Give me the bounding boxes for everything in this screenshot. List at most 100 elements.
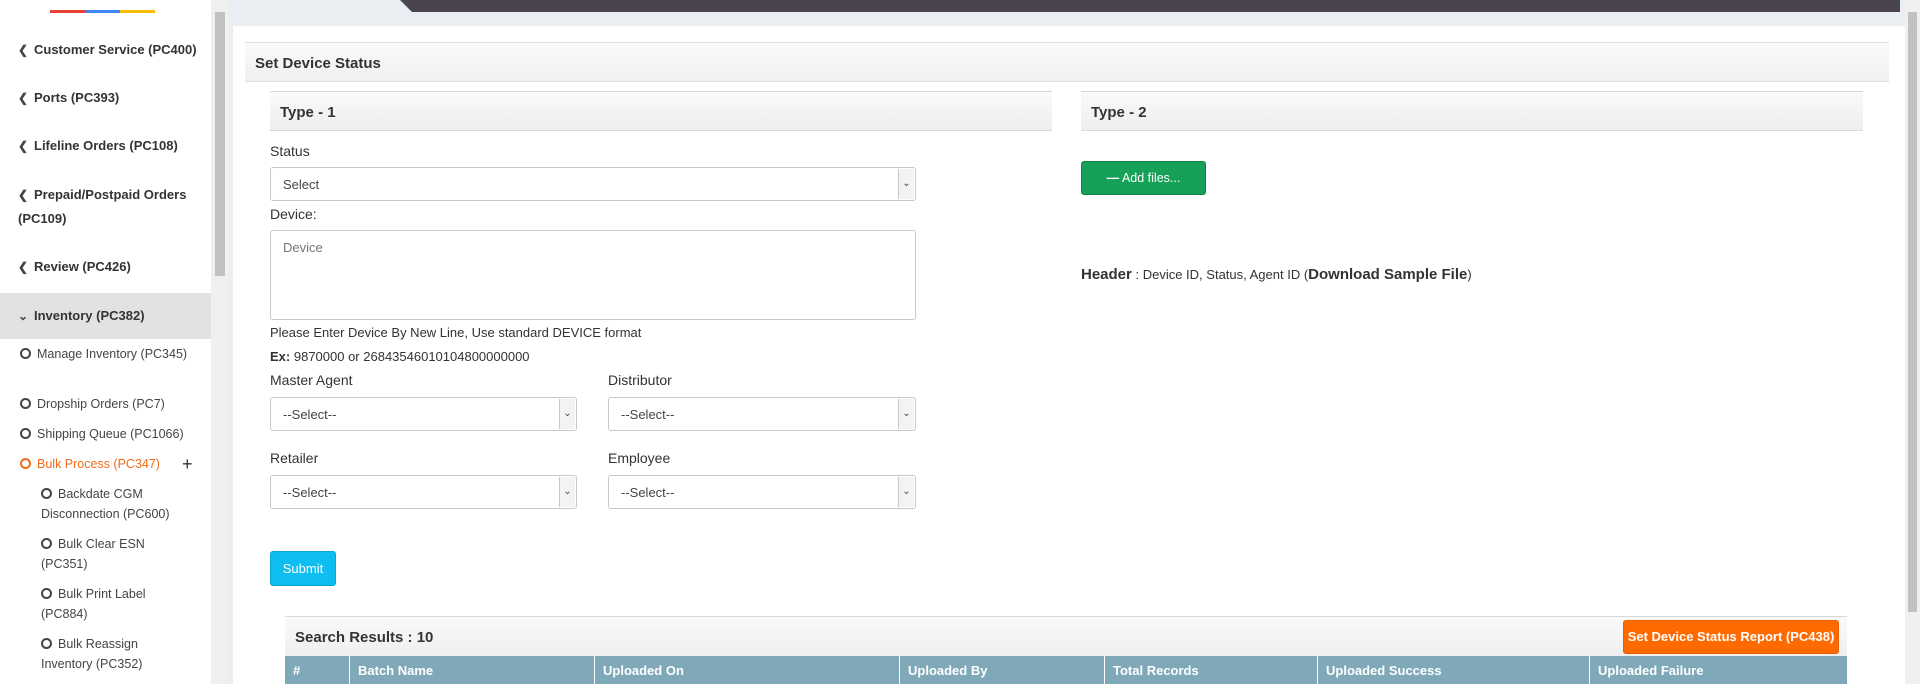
sidebar-item-label: Inventory (PC382): [34, 308, 145, 323]
column-header[interactable]: Uploaded Failure: [1590, 656, 1847, 684]
sidebar-subitem-shipping-queue[interactable]: Shipping Queue (PC1066): [20, 424, 200, 444]
column-header[interactable]: Uploaded On: [595, 656, 900, 684]
status-select-value: Select: [283, 177, 320, 192]
download-sample-link[interactable]: Download Sample File: [1308, 266, 1467, 283]
header-format-close: ): [1467, 267, 1472, 282]
sidebar-subitem-bulk-process[interactable]: Bulk Process (PC347): [20, 454, 200, 474]
chevron-down-icon: ⌄: [898, 477, 914, 507]
master-agent-label: Master Agent: [270, 372, 353, 388]
column-header[interactable]: Uploaded Success: [1318, 656, 1590, 684]
device-textarea[interactable]: [270, 230, 916, 320]
circle-icon: [20, 398, 31, 409]
panel-header: Set Device Status: [245, 42, 1889, 82]
device-example-label: Ex:: [270, 349, 291, 364]
circle-icon: [41, 638, 52, 649]
column-header[interactable]: #: [285, 656, 350, 684]
top-header-bar: [400, 0, 1900, 12]
sidebar-subitem-manage-inventory[interactable]: Manage Inventory (PC345): [20, 344, 200, 364]
sidebar-item-prepaid-postpaid-orders[interactable]: ❮ Prepaid/Postpaid Orders (PC109): [0, 183, 211, 231]
employee-label: Employee: [608, 450, 671, 466]
type2-heading: Type - 2: [1091, 104, 1147, 121]
sidebar-item-ports[interactable]: ❮ Ports (PC393): [0, 86, 211, 110]
retailer-label: Retailer: [270, 450, 319, 466]
chevron-down-icon: ⌄: [559, 399, 575, 429]
page-scrollbar[interactable]: [1905, 0, 1920, 684]
sidebar-item-label: Customer Service (PC400): [34, 42, 197, 57]
chevron-down-icon: ⌄: [898, 399, 914, 429]
sidebar-item-lifeline-orders[interactable]: ❮ Lifeline Orders (PC108): [0, 134, 211, 158]
minus-icon: —: [1106, 171, 1120, 185]
add-files-button[interactable]: — Add files...: [1081, 161, 1206, 195]
circle-icon: [20, 348, 31, 359]
sidebar-item-label: Prepaid/Postpaid Orders (PC109): [18, 187, 187, 226]
sidebar-subsubitem-bulk-clear-esn[interactable]: Bulk Clear ESN (PC351): [41, 534, 191, 574]
sidebar-item-inventory[interactable]: ⌄ Inventory (PC382): [0, 293, 211, 339]
employee-select[interactable]: --Select-- ⌄: [608, 475, 916, 509]
page-title: Set Device Status: [255, 55, 381, 72]
employee-select-value: --Select--: [621, 485, 675, 500]
sidebar-subsubitem-label: Bulk Print Label (PC884): [41, 587, 146, 621]
add-files-label: Add files...: [1121, 171, 1181, 185]
chevron-left-icon: ❮: [18, 43, 29, 57]
column-header[interactable]: Batch Name: [350, 656, 595, 684]
retailer-select[interactable]: --Select-- ⌄: [270, 475, 577, 509]
sidebar-item-customer-service[interactable]: ❮ Customer Service (PC400): [0, 38, 211, 62]
submit-button[interactable]: Submit: [270, 551, 336, 586]
search-results-title: Search Results : 10: [295, 629, 434, 646]
sidebar-subitem-label: Bulk Process (PC347): [37, 457, 160, 471]
master-agent-select-value: --Select--: [283, 407, 337, 422]
chevron-left-icon: ❮: [18, 260, 29, 274]
sidebar-subsubitem-bulk-print-label[interactable]: Bulk Print Label (PC884): [41, 584, 191, 624]
type1-heading: Type - 1: [280, 104, 336, 121]
sidebar-scrollbar[interactable]: [211, 0, 229, 684]
sidebar-scrollbar-thumb[interactable]: [215, 12, 225, 276]
distributor-label: Distributor: [608, 372, 672, 388]
sidebar: ❮ Customer Service (PC400) ❮ Ports (PC39…: [0, 0, 211, 684]
chevron-down-icon: ⌄: [559, 477, 575, 507]
circle-icon: [20, 458, 31, 469]
chevron-down-icon: ⌄: [898, 169, 914, 199]
device-label: Device:: [270, 206, 317, 222]
device-example: Ex: 9870000 or 26843546010104800000000: [270, 349, 530, 364]
type1-header: Type - 1: [270, 91, 1052, 131]
chevron-left-icon: ❮: [18, 139, 29, 153]
circle-icon: [41, 588, 52, 599]
chevron-left-icon: ❮: [18, 91, 29, 105]
column-header[interactable]: Total Records: [1105, 656, 1318, 684]
sidebar-item-label: Lifeline Orders (PC108): [34, 138, 178, 153]
sidebar-subitem-label: Dropship Orders (PC7): [37, 397, 165, 411]
sidebar-item-review[interactable]: ❮ Review (PC426): [0, 255, 211, 279]
chevron-down-icon: ⌄: [18, 309, 29, 323]
sidebar-subitem-label: Shipping Queue (PC1066): [37, 427, 184, 441]
distributor-select[interactable]: --Select-- ⌄: [608, 397, 916, 431]
type2-header: Type - 2: [1081, 91, 1863, 131]
device-status-report-button[interactable]: Set Device Status Report (PC438): [1623, 620, 1839, 654]
results-table-header: # Batch Name Uploaded On Uploaded By Tot…: [285, 656, 1847, 684]
sidebar-subsubitem-label: Bulk Reassign Inventory (PC352): [41, 637, 143, 671]
page-scrollbar-thumb[interactable]: [1908, 12, 1917, 612]
circle-icon: [20, 428, 31, 439]
circle-icon: [41, 488, 52, 499]
status-label: Status: [270, 143, 310, 159]
column-header[interactable]: Uploaded By: [900, 656, 1105, 684]
header-format-label: Header: [1081, 266, 1132, 283]
sidebar-subsubitem-backdate-cgm[interactable]: Backdate CGM Disconnection (PC600): [41, 484, 191, 524]
sidebar-subsubitem-bulk-reassign[interactable]: Bulk Reassign Inventory (PC352): [41, 634, 191, 674]
sidebar-item-label: Ports (PC393): [34, 90, 120, 105]
sidebar-subsubitem-label: Bulk Clear ESN (PC351): [41, 537, 145, 571]
status-select[interactable]: Select ⌄: [270, 167, 916, 201]
sidebar-subitem-label: Manage Inventory (PC345): [37, 347, 188, 361]
device-help-text: Please Enter Device By New Line, Use sta…: [270, 325, 642, 340]
plus-icon[interactable]: +: [182, 455, 193, 473]
retailer-select-value: --Select--: [283, 485, 337, 500]
master-agent-select[interactable]: --Select-- ⌄: [270, 397, 577, 431]
header-format-fields: : Device ID, Status, Agent ID (: [1135, 267, 1309, 282]
search-results-header: Search Results : 10 Set Device Status Re…: [285, 616, 1847, 656]
header-format-info: Header : Device ID, Status, Agent ID (Do…: [1081, 266, 1472, 283]
device-example-value: 9870000 or 26843546010104800000000: [293, 349, 530, 364]
logo-fragment: [50, 0, 155, 13]
sidebar-subitem-dropship-orders[interactable]: Dropship Orders (PC7): [20, 394, 200, 414]
circle-icon: [41, 538, 52, 549]
divider: [229, 0, 233, 684]
sidebar-subsubitem-label: Backdate CGM Disconnection (PC600): [41, 487, 170, 521]
